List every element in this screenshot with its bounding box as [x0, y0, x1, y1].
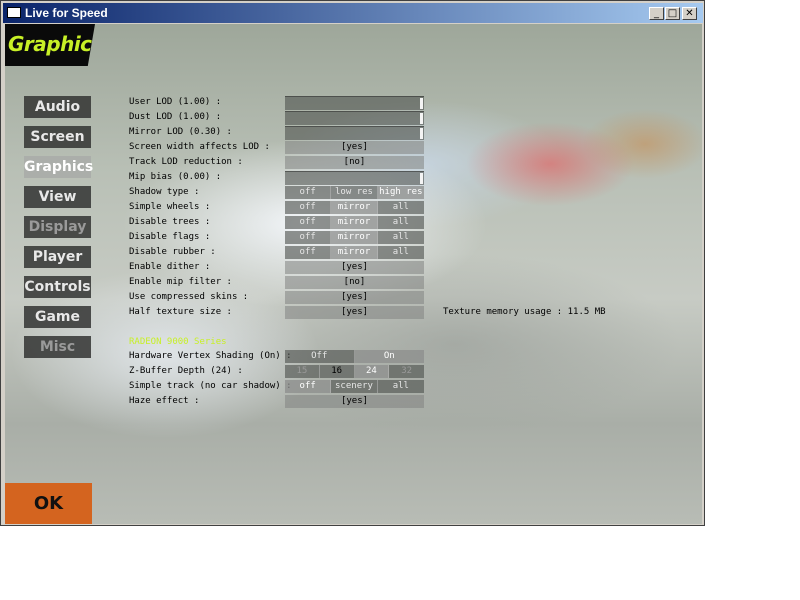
disable-flags-option-all[interactable]: all	[377, 231, 424, 244]
z-buffer-depth-option-15[interactable]: 15	[285, 365, 320, 378]
nav-player-button[interactable]: Player	[24, 246, 91, 268]
nav-game-button[interactable]: Game	[24, 306, 91, 328]
hardware-vertex-shading-label: Hardware Vertex Shading (On) :	[129, 351, 292, 361]
hardware-section-title: RADEON 9000 Series	[129, 337, 227, 347]
enable-mip-filter-label: Enable mip filter :	[129, 277, 232, 287]
nav-audio-button[interactable]: Audio	[24, 96, 91, 118]
shadow-type-selector: off low res high res	[285, 186, 424, 199]
disable-rubber-label: Disable rubber :	[129, 247, 216, 257]
dust-lod-slider[interactable]	[285, 111, 424, 125]
mip-bias-label: Mip bias (0.00) :	[129, 172, 222, 182]
shadow-type-option-low-res[interactable]: low res	[331, 186, 378, 199]
z-buffer-depth-label: Z-Buffer Depth (24) :	[129, 366, 243, 376]
shadow-type-option-off[interactable]: off	[285, 186, 332, 199]
nav-screen-button[interactable]: Screen	[24, 126, 91, 148]
nav-view-button[interactable]: View	[24, 186, 91, 208]
game-client-area: Graphics Audio Screen Graphics View Display P…	[5, 24, 702, 524]
app-icon	[7, 7, 21, 18]
use-compressed-skins-toggle[interactable]: [yes]	[285, 291, 424, 304]
ok-button[interactable]: OK	[5, 483, 92, 524]
dust-lod-label: Dust LOD (1.00) :	[129, 112, 222, 122]
shadow-type-option-high-res[interactable]: high res	[377, 186, 424, 199]
simple-track-selector: off scenery all	[285, 380, 424, 393]
simple-wheels-option-all[interactable]: all	[377, 201, 424, 214]
disable-flags-label: Disable flags :	[129, 232, 211, 242]
screen-width-affects-lod-toggle[interactable]: [yes]	[285, 141, 424, 154]
slider-handle[interactable]	[420, 173, 423, 184]
track-lod-reduction-label: Track LOD reduction :	[129, 157, 243, 167]
disable-rubber-option-off[interactable]: off	[285, 246, 332, 259]
use-compressed-skins-label: Use compressed skins :	[129, 292, 249, 302]
disable-rubber-selector: off mirror all	[285, 246, 424, 259]
hardware-vertex-shading-option-on[interactable]: On	[354, 350, 424, 363]
mip-bias-slider[interactable]	[285, 171, 424, 185]
simple-track-option-all[interactable]: all	[377, 380, 424, 393]
close-button[interactable]: ✕	[682, 7, 697, 20]
enable-mip-filter-toggle[interactable]: [no]	[285, 276, 424, 289]
half-texture-size-label: Half texture size :	[129, 307, 232, 317]
mirror-lod-label: Mirror LOD (0.30) :	[129, 127, 232, 137]
haze-effect-label: Haze effect :	[129, 396, 200, 406]
user-lod-slider[interactable]	[285, 96, 424, 110]
disable-trees-option-off[interactable]: off	[285, 216, 332, 229]
disable-trees-label: Disable trees :	[129, 217, 211, 227]
simple-track-option-off[interactable]: off	[285, 380, 332, 393]
slider-handle[interactable]	[420, 98, 423, 109]
slider-handle[interactable]	[420, 128, 423, 139]
minimize-button[interactable]: _	[649, 7, 664, 20]
z-buffer-depth-option-24[interactable]: 24	[354, 365, 390, 378]
simple-track-option-scenery[interactable]: scenery	[331, 380, 378, 393]
disable-trees-option-mirror[interactable]: mirror	[331, 216, 378, 229]
disable-trees-selector: off mirror all	[285, 216, 424, 229]
hardware-vertex-shading-option-off[interactable]: Off	[285, 350, 355, 363]
logo-text: Graphics	[8, 32, 103, 56]
z-buffer-depth-option-32[interactable]: 32	[389, 365, 424, 378]
app-window: Live for Speed _ □ ✕ Graphics Audio Scree…	[0, 0, 705, 526]
simple-wheels-option-off[interactable]: off	[285, 201, 332, 214]
nav-controls-button[interactable]: Controls	[24, 276, 91, 298]
nav-display-button[interactable]: Display	[24, 216, 91, 238]
hardware-vertex-shading-selector: Off On	[285, 350, 424, 363]
track-lod-reduction-toggle[interactable]: [no]	[285, 156, 424, 169]
screen-width-affects-lod-label: Screen width affects LOD :	[129, 142, 270, 152]
window-title: Live for Speed	[25, 6, 108, 20]
disable-rubber-option-mirror[interactable]: mirror	[331, 246, 378, 259]
user-lod-label: User LOD (1.00) :	[129, 97, 222, 107]
simple-wheels-label: Simple wheels :	[129, 202, 211, 212]
z-buffer-depth-selector: 15 16 24 32	[285, 365, 424, 378]
texture-memory-readout: Texture memory usage : 11.5 MB	[443, 307, 606, 317]
simple-track-label: Simple track (no car shadow) :	[129, 381, 292, 391]
z-buffer-depth-option-16[interactable]: 16	[319, 365, 355, 378]
graphics-logo: Graphics	[5, 24, 95, 66]
disable-trees-option-all[interactable]: all	[377, 216, 424, 229]
disable-flags-option-off[interactable]: off	[285, 231, 332, 244]
half-texture-size-toggle[interactable]: [yes]	[285, 306, 424, 319]
disable-rubber-option-all[interactable]: all	[377, 246, 424, 259]
simple-wheels-selector: off mirror all	[285, 201, 424, 214]
shadow-type-label: Shadow type :	[129, 187, 200, 197]
haze-effect-toggle[interactable]: [yes]	[285, 395, 424, 408]
mirror-lod-slider[interactable]	[285, 126, 424, 140]
disable-flags-selector: off mirror all	[285, 231, 424, 244]
title-bar[interactable]: Live for Speed _ □ ✕	[3, 3, 703, 23]
nav-graphics-button[interactable]: Graphics	[24, 156, 93, 178]
enable-dither-label: Enable dither :	[129, 262, 211, 272]
nav-misc-button[interactable]: Misc	[24, 336, 91, 358]
disable-flags-option-mirror[interactable]: mirror	[331, 231, 378, 244]
enable-dither-toggle[interactable]: [yes]	[285, 261, 424, 274]
simple-wheels-option-mirror[interactable]: mirror	[331, 201, 378, 214]
maximize-button[interactable]: □	[665, 7, 680, 20]
slider-handle[interactable]	[420, 113, 423, 124]
